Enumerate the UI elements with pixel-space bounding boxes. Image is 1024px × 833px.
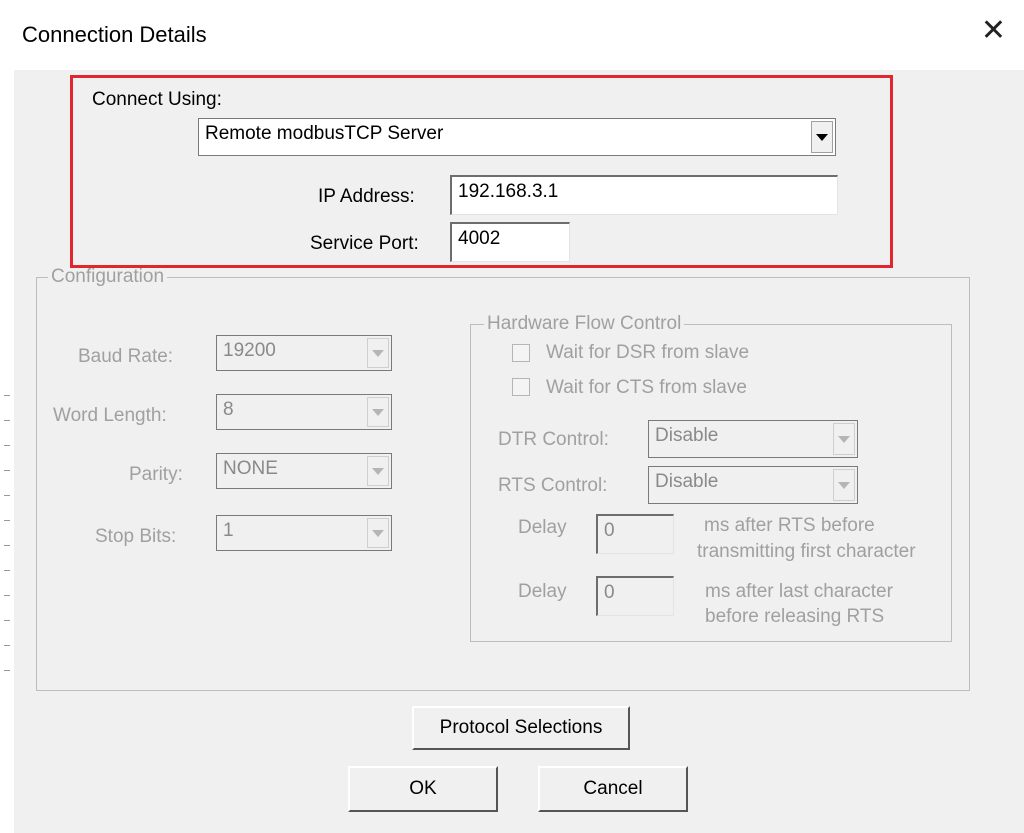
word-length-label: Word Length:	[53, 405, 167, 426]
chevron-down-icon	[367, 456, 389, 486]
ok-label: OK	[409, 778, 437, 799]
delay-rts-label: Delay	[518, 517, 567, 538]
title-bar: Connection Details ✕	[14, 0, 1024, 70]
chevron-down-icon	[833, 423, 855, 455]
word-length-value: 8	[223, 399, 234, 420]
wait-dsr-checkbox[interactable]	[512, 344, 530, 362]
configuration-title: Configuration	[48, 266, 168, 288]
close-icon[interactable]: ✕	[981, 16, 1006, 46]
baud-rate-value: 19200	[223, 340, 276, 361]
stop-bits-label: Stop Bits:	[95, 526, 177, 547]
delay-last-input[interactable]: 0	[596, 576, 674, 616]
baud-rate-select[interactable]: 19200	[216, 335, 392, 371]
stop-bits-value: 1	[223, 520, 234, 541]
chevron-down-icon	[367, 397, 389, 427]
protocol-selections-button[interactable]: Protocol Selections	[412, 706, 630, 750]
dtr-control-select[interactable]: Disable	[648, 420, 858, 458]
delay-last-desc-2: before releasing RTS	[705, 606, 885, 627]
delay-rts-input[interactable]: 0	[596, 514, 674, 554]
delay-last-desc-1: ms after last character	[705, 581, 893, 602]
rts-control-label: RTS Control:	[498, 475, 608, 496]
rts-control-select[interactable]: Disable	[648, 466, 858, 504]
highlight-box	[70, 75, 893, 268]
dialog-title: Connection Details	[22, 22, 207, 47]
parity-value: NONE	[223, 458, 278, 479]
delay-last-label: Delay	[518, 581, 567, 602]
dtr-control-label: DTR Control:	[498, 429, 609, 450]
wait-cts-checkbox[interactable]	[512, 378, 530, 396]
delay-rts-desc-2: transmitting first character	[697, 541, 916, 562]
delay-rts-value: 0	[604, 520, 615, 541]
chevron-down-icon	[367, 338, 389, 368]
wait-cts-label: Wait for CTS from slave	[546, 377, 747, 398]
stop-bits-select[interactable]: 1	[216, 515, 392, 551]
wait-dsr-label: Wait for DSR from slave	[546, 342, 750, 363]
delay-last-value: 0	[604, 582, 615, 603]
dtr-control-value: Disable	[655, 425, 719, 446]
chevron-down-icon	[367, 518, 389, 548]
parity-label: Parity:	[129, 464, 183, 485]
hardware-flow-control-title: Hardware Flow Control	[484, 313, 685, 335]
chevron-down-icon	[833, 469, 855, 501]
cancel-label: Cancel	[583, 778, 643, 799]
protocol-selections-label: Protocol Selections	[439, 717, 603, 738]
rts-control-value: Disable	[655, 471, 719, 492]
cancel-button[interactable]: Cancel	[538, 766, 688, 812]
delay-rts-desc-1: ms after RTS before	[704, 515, 875, 536]
ok-button[interactable]: OK	[348, 766, 498, 812]
background-window-edge	[0, 0, 14, 833]
parity-select[interactable]: NONE	[216, 453, 392, 489]
baud-rate-label: Baud Rate:	[78, 346, 174, 367]
word-length-select[interactable]: 8	[216, 394, 392, 430]
connection-details-dialog: Connection Details ✕ Connect Using: Remo…	[0, 0, 1024, 833]
